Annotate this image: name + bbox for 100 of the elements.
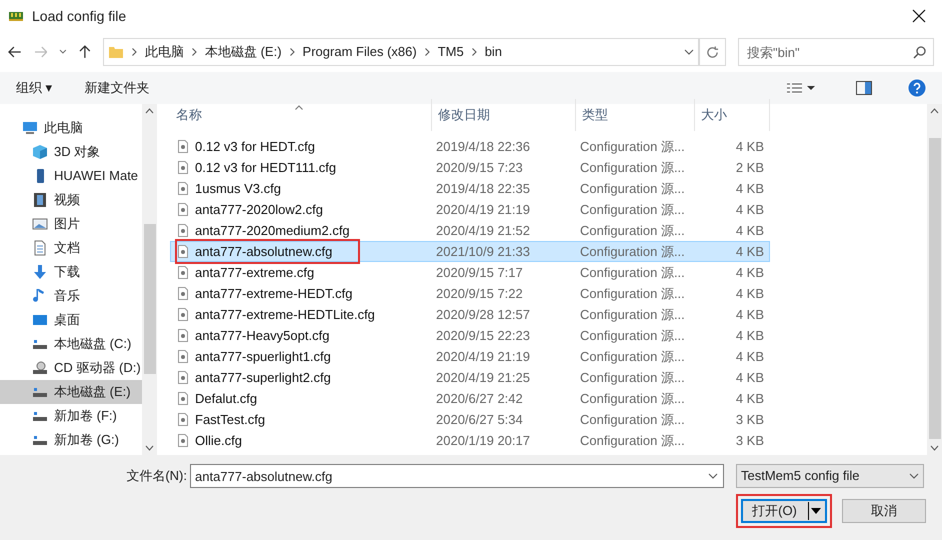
organize-menu[interactable]: 组织 ▾ [16, 78, 53, 98]
file-type: Configuration 源... [579, 284, 686, 303]
chevron-icon[interactable] [472, 48, 477, 56]
chevron-icon[interactable] [192, 48, 197, 56]
config-file-icon [178, 308, 188, 321]
filename-field[interactable]: anta777-absolutnew.cfg [190, 464, 724, 488]
file-type: Configuration 源... [579, 138, 686, 156]
file-row[interactable]: 1usmus V3.cfg 2019/4/18 22:35 Configuration 源... 4 KB [170, 178, 770, 199]
file-name: FastTest.cfg [195, 410, 266, 429]
search-icon [912, 46, 926, 58]
sidebar-item[interactable]: 文档 [0, 236, 142, 260]
file-row[interactable]: Defalut.cfg 2020/6/27 2:42 Configuration 源... 4 KB [170, 388, 770, 409]
dropdown-icon[interactable] [811, 508, 821, 514]
file-type: Configuration 源... [579, 264, 686, 282]
config-file-icon [178, 224, 188, 237]
close-icon[interactable] [912, 9, 926, 23]
column-header[interactable]: 名称 [170, 99, 432, 131]
up-icon[interactable] [79, 45, 91, 59]
file-name: anta777-absolutnew.cfg [195, 242, 334, 261]
help-icon[interactable] [908, 79, 926, 97]
breadcrumb-item[interactable]: bin [484, 42, 502, 62]
sidebar-item[interactable]: 音乐 [0, 284, 142, 308]
file-row[interactable]: anta777-superlight2.cfg 2020/4/19 21:25 Configuration 源... 4 KB [170, 367, 770, 388]
sidebar-item[interactable]: 视频 [0, 188, 142, 212]
file-size: 4 KB [734, 368, 764, 387]
file-date: 2020/9/28 12:57 [435, 306, 531, 324]
dropdown-icon[interactable] [708, 473, 718, 479]
file-size: 4 KB [734, 264, 764, 282]
preview-pane-icon[interactable] [856, 81, 872, 95]
scroll-down-icon[interactable] [145, 445, 154, 451]
config-file-icon [178, 203, 188, 216]
file-date: 2020/9/15 22:23 [435, 326, 531, 345]
file-row[interactable]: anta777-absolutnew.cfg 2021/10/9 21:33 Configuration 源... 4 KB [170, 241, 770, 262]
scroll-down-icon[interactable] [930, 445, 939, 451]
sidebar-item[interactable]: 新加卷 (G:) [0, 428, 142, 452]
scrollbar[interactable] [927, 104, 942, 455]
file-type-dropdown[interactable]: TestMem5 config file [736, 464, 924, 488]
sidebar-item[interactable]: 图片 [0, 212, 142, 236]
scroll-up-icon[interactable] [930, 108, 939, 114]
sidebar-item[interactable]: 此电脑 [0, 116, 142, 140]
breadcrumb-item[interactable]: TM5 [438, 42, 464, 62]
breadcrumb-item[interactable]: 本地磁盘 (E:) [204, 42, 282, 62]
chevron-icon[interactable] [424, 48, 430, 56]
column-header[interactable]: 大小 [695, 99, 770, 131]
file-row[interactable]: anta777-2020low2.cfg 2020/4/19 21:19 Configuration 源... 4 KB [170, 199, 770, 220]
image-icon [32, 216, 48, 232]
scrollbar[interactable] [142, 104, 157, 455]
address-bar[interactable]: 此电脑 本地磁盘 (E:) Program Files (x86) TM5 bin [102, 38, 699, 66]
file-date: 2020/9/15 7:22 [435, 284, 524, 303]
download-icon [32, 264, 48, 280]
file-row[interactable]: anta777-extreme-HEDT.cfg 2020/9/15 7:22 Configuration 源... 4 KB [170, 283, 770, 304]
config-file-icon [178, 182, 188, 195]
new-folder-button[interactable]: 新建文件夹 [84, 78, 150, 98]
sidebar-item[interactable]: 本地磁盘 (E:) [0, 380, 142, 404]
file-row[interactable]: anta777-2020medium2.cfg 2020/4/19 21:52 Configuration 源... 4 KB [170, 220, 770, 241]
file-type: Configuration 源... [579, 432, 686, 450]
file-row[interactable]: 0.12 v3 for HEDT.cfg 2019/4/18 22:36 Configuration 源... 4 KB [170, 136, 770, 157]
file-name: anta777-Heavy5opt.cfg [195, 326, 330, 345]
doc-icon [32, 240, 48, 256]
file-size: 4 KB [734, 222, 764, 240]
sidebar-item[interactable]: HUAWEI Mate [0, 164, 142, 188]
file-row[interactable]: anta777-extreme.cfg 2020/9/15 7:17 Configuration 源... 4 KB [170, 262, 770, 283]
breadcrumb-item[interactable]: Program Files (x86) [302, 42, 417, 62]
config-file-icon [178, 392, 188, 405]
column-header[interactable]: 类型 [576, 99, 695, 131]
file-type: Configuration 源... [579, 390, 686, 408]
breadcrumb-item[interactable]: 此电脑 [144, 42, 184, 62]
dropdown-icon[interactable] [684, 49, 694, 55]
file-row[interactable]: 0.12 v3 for HEDT111.cfg 2020/9/15 7:23 Configuration 源... 2 KB [170, 157, 770, 178]
file-name: anta777-2020low2.cfg [195, 200, 324, 219]
column-header[interactable]: 修改日期 [432, 99, 576, 131]
file-row[interactable]: anta777-Heavy5opt.cfg 2020/9/15 22:23 Configuration 源... 4 KB [170, 325, 770, 346]
chevron-icon[interactable] [132, 48, 137, 56]
chevron-icon[interactable] [290, 48, 295, 56]
scroll-up-icon[interactable] [145, 108, 154, 114]
file-row[interactable]: anta777-spuerlight1.cfg 2020/4/19 21:19 Configuration 源... 4 KB [170, 346, 770, 367]
folder-icon [108, 44, 124, 60]
config-file-icon [178, 350, 188, 363]
file-name: Defalut.cfg [195, 390, 258, 408]
open-button[interactable]: 打开(O) [741, 499, 827, 523]
sidebar-item[interactable]: 3D 对象 [0, 140, 142, 164]
file-date: 2020/6/27 5:34 [435, 410, 524, 429]
sidebar-item[interactable]: 下载 [0, 260, 142, 284]
file-row[interactable]: Ollie.cfg 2020/1/19 20:17 Configuration 源... 3 KB [170, 430, 770, 451]
cancel-button[interactable]: 取消 [842, 499, 926, 523]
sidebar-item[interactable]: CD 驱动器 (D:) [0, 356, 142, 380]
dropdown-icon [909, 473, 919, 479]
config-file-icon [178, 329, 188, 342]
refresh-button[interactable] [698, 38, 726, 66]
file-row[interactable]: anta777-extreme-HEDTLite.cfg 2020/9/28 12:57 Configuration 源... 4 KB [170, 304, 770, 325]
sidebar-item[interactable]: 桌面 [0, 308, 142, 332]
sidebar-item[interactable]: 新加卷 (F:) [0, 404, 142, 428]
file-size: 4 KB [734, 284, 764, 303]
back-icon[interactable] [8, 46, 22, 58]
file-type: Configuration 源... [579, 306, 686, 324]
file-name: anta777-extreme.cfg [195, 264, 316, 282]
search-field[interactable]: 搜索"bin" [738, 38, 934, 66]
view-options-icon[interactable] [786, 82, 816, 94]
file-row[interactable]: FastTest.cfg 2020/6/27 5:34 Configuration 源... 3 KB [170, 409, 770, 430]
sidebar-item[interactable]: 本地磁盘 (C:) [0, 332, 142, 356]
